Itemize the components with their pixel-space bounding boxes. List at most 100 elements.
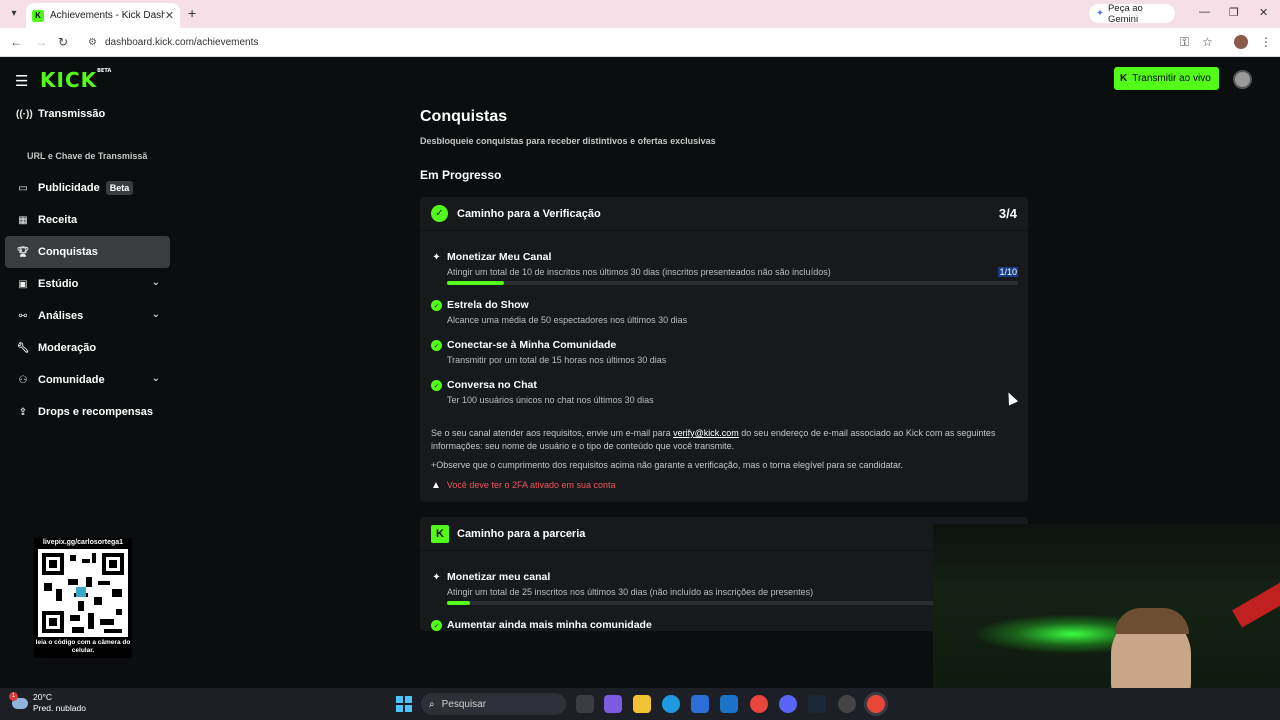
wrench-icon: 🔧︎: [16, 342, 30, 354]
check-circle-icon: ✓: [431, 300, 442, 311]
check-circle-icon: ✓: [431, 340, 442, 351]
tab-search-icon[interactable]: ▾: [6, 6, 22, 22]
chevron-down-icon[interactable]: ⌄: [152, 373, 160, 384]
new-tab-button[interactable]: +: [188, 5, 196, 21]
task-title: Conversa no Chat: [447, 379, 537, 391]
progress-fill: [447, 281, 505, 285]
studio-icon: ▣: [18, 278, 28, 290]
password-key-icon[interactable]: ⚿: [1180, 35, 1189, 50]
search-placeholder: Pesquisar: [441, 698, 487, 710]
sidebar-item-receita[interactable]: ▦ Receita: [5, 204, 170, 236]
steam-icon[interactable]: [808, 695, 826, 713]
sidebar-item-label: Drops e recompensas: [38, 406, 153, 418]
sidebar-item-label: Moderação: [38, 342, 97, 354]
app-icon[interactable]: [838, 695, 856, 713]
warning-message: ▲ Você deve ter o 2FA ativado em sua cont…: [431, 479, 1018, 492]
windows-start-icon[interactable]: [396, 696, 412, 712]
restore-icon[interactable]: ❐: [1229, 6, 1239, 19]
webcam-overlay: [933, 524, 1280, 696]
file-explorer-icon[interactable]: [633, 695, 651, 713]
beta-badge: Beta: [105, 181, 134, 195]
check-circle-icon: ✓: [431, 380, 442, 391]
menu-kebab-icon[interactable]: ⋮: [1260, 35, 1272, 49]
url-field[interactable]: ⚙ dashboard.kick.com/achievements: [82, 32, 1222, 53]
sidebar-item-moderacao[interactable]: 🔧︎ Moderação: [5, 332, 170, 364]
edge-icon[interactable]: [662, 695, 680, 713]
chrome-icon[interactable]: [750, 695, 768, 713]
progress-fill: [447, 601, 470, 605]
weather-desc: Pred. nublado: [33, 703, 86, 713]
check-circle-icon: ✓: [431, 620, 442, 631]
browser-tab[interactable]: K Achievements - Kick Dashboard ✕: [26, 3, 180, 28]
sidebar: ((·)) Transmissão URL e Chave de Transmis…: [5, 98, 170, 428]
webcam-person-hair: [1115, 608, 1189, 634]
ad-window-icon: ▭: [18, 182, 28, 194]
kick-logo[interactable]: KICKBETA: [40, 68, 111, 92]
sidebar-item-label: Comunidade: [38, 374, 105, 386]
gemini-star-icon: ✦: [1096, 8, 1104, 19]
section-title: Em Progresso: [420, 168, 502, 182]
taskbar-search[interactable]: ⌕ Pesquisar: [421, 693, 566, 715]
go-live-label: Transmitir ao vivo: [1132, 73, 1211, 84]
sidebar-item-publicidade[interactable]: ▭ Publicidade Beta: [5, 172, 170, 204]
analytics-icon: ⚯: [18, 310, 28, 322]
tab-close-icon[interactable]: ✕: [165, 9, 174, 22]
address-bar-area: ← → ↻ ⚙ dashboard.kick.com/achievements …: [0, 28, 1280, 57]
forward-icon[interactable]: →: [35, 35, 47, 49]
windows-taskbar: 1 20°C Pred. nublado ⌕ Pesquisar: [0, 688, 1280, 720]
site-info-icon[interactable]: ⚙: [88, 37, 97, 48]
sidebar-item-label: Transmissão: [38, 108, 106, 120]
minimize-icon[interactable]: —: [1199, 6, 1210, 18]
go-live-button[interactable]: K Transmitir ao vivo: [1114, 67, 1219, 90]
revenue-chart-icon: ▦: [18, 214, 28, 226]
task-count: 1/10: [998, 267, 1018, 277]
weather-widget[interactable]: 1 20°C Pred. nublado: [9, 691, 86, 714]
webcam-red-object: [1232, 580, 1280, 628]
verify-email-link[interactable]: verify@kick.com: [673, 428, 739, 438]
sidebar-item-conquistas[interactable]: 🏆︎ Conquistas: [5, 236, 170, 268]
task-desc: Alcance uma média de 50 espectadores nos…: [447, 315, 688, 325]
tab-title: Achievements - Kick Dashboard: [50, 10, 165, 21]
gemini-button[interactable]: ✦ Peça ao Gemini: [1089, 3, 1175, 25]
card-title: Caminho para a parceria: [457, 527, 586, 540]
broadcast-icon: ((·)): [16, 108, 33, 120]
user-avatar[interactable]: [1233, 70, 1252, 89]
store-icon[interactable]: [691, 695, 709, 713]
weather-text: 20°C Pred. nublado: [33, 692, 86, 714]
sidebar-item-analises[interactable]: ⚯ Análises ⌄: [5, 300, 170, 332]
drops-icon: ⇪: [18, 406, 28, 418]
sidebar-item-label: Conquistas: [38, 246, 98, 258]
task-item: ✦ Monetizar meu canal Atingir um total d…: [431, 571, 1018, 605]
task-view-icon[interactable]: [576, 695, 594, 713]
chevron-down-icon[interactable]: ⌄: [152, 309, 160, 320]
qr-caption: leia o código com a câmera do celular.: [34, 639, 132, 655]
chevron-down-icon[interactable]: ⌄: [152, 277, 160, 288]
qr-overlay: livepix.gg/carlosortega1 leia o código c…: [34, 538, 132, 658]
back-icon[interactable]: ←: [10, 35, 22, 49]
hamburger-menu-icon[interactable]: ☰: [15, 72, 28, 90]
sidebar-item-estudio[interactable]: ▣ Estúdio ⌄: [5, 268, 170, 300]
sidebar-item-transmissao[interactable]: ((·)) Transmissão: [5, 98, 170, 130]
kick-k-icon: K: [431, 524, 449, 543]
bookmark-star-icon[interactable]: ☆: [1202, 35, 1213, 49]
sidebar-item-url-chave[interactable]: URL e Chave de Transmissã: [5, 140, 170, 172]
kick-k-icon: K: [1120, 73, 1128, 84]
close-window-icon[interactable]: ✕: [1259, 6, 1268, 19]
sparkle-icon: ✦: [432, 252, 441, 263]
community-icon: ⚇: [18, 374, 28, 386]
qr-code-image: [38, 549, 128, 637]
discord-icon[interactable]: [779, 695, 797, 713]
mail-icon[interactable]: [720, 695, 738, 713]
chrome-active-icon[interactable]: [867, 695, 885, 713]
search-icon: ⌕: [429, 698, 435, 710]
sidebar-item-drops[interactable]: ⇪ Drops e recompensas: [5, 396, 170, 428]
browser-profile-avatar[interactable]: [1234, 35, 1248, 49]
reload-icon[interactable]: ↻: [58, 35, 68, 49]
kick-favicon-icon: K: [32, 9, 44, 22]
qr-pattern: [42, 553, 124, 633]
sparkle-icon: ✦: [432, 572, 441, 583]
warning-triangle-icon: ▲: [431, 480, 441, 491]
sidebar-item-comunidade[interactable]: ⚇ Comunidade ⌄: [5, 364, 170, 396]
widgets-app-icon[interactable]: [604, 695, 622, 713]
card-header[interactable]: ✓ Caminho para a Verificação 3/4: [420, 197, 1028, 231]
